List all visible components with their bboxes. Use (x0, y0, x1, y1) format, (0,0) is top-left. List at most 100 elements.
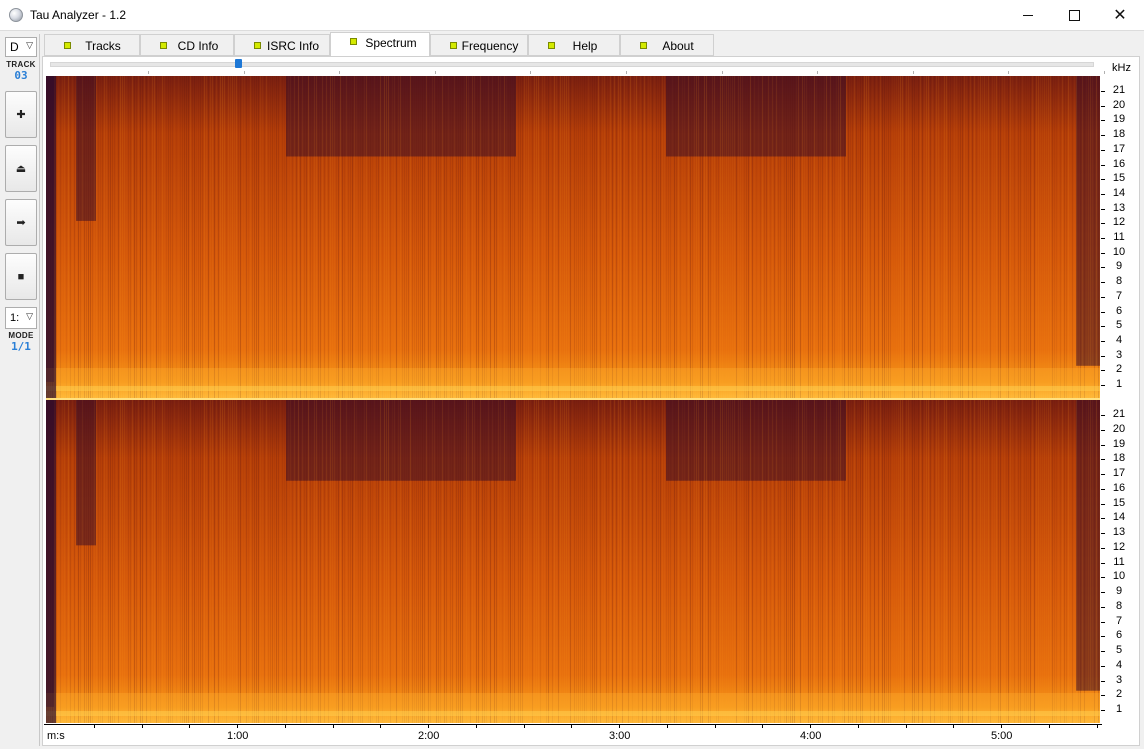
frequency-tick (1101, 695, 1105, 697)
chevron-down-icon: ▽ (26, 40, 33, 50)
frequency-tick (1101, 149, 1105, 151)
minimize-button[interactable] (1005, 0, 1051, 31)
time-tick (619, 724, 620, 728)
position-slider-track[interactable] (50, 62, 1094, 67)
frequency-tick-label: 18 (1112, 128, 1126, 141)
tab-about[interactable]: About (620, 34, 714, 56)
stop-button[interactable]: ■ (5, 253, 37, 300)
time-tick (475, 724, 477, 728)
tab-label: ISRC Info (266, 39, 320, 53)
next-button[interactable]: ➡ (5, 199, 37, 246)
frequency-tick-label: 16 (1112, 157, 1126, 170)
time-tick (332, 724, 334, 728)
frequency-tick-label: 18 (1112, 452, 1126, 465)
time-tick (428, 724, 429, 728)
eject-icon: ⏏ (15, 163, 27, 175)
frequency-tick-label: 9 (1115, 260, 1123, 273)
tab-isrc-info[interactable]: ISRC Info (234, 34, 330, 56)
maximize-icon (1068, 10, 1080, 21)
frequency-tick-label: 6 (1115, 629, 1123, 642)
frequency-tick (1101, 429, 1105, 431)
frequency-tick-label: 20 (1112, 422, 1126, 435)
frequency-tick (1101, 444, 1105, 446)
frequency-tick-label: 6 (1115, 304, 1123, 317)
time-tick (857, 724, 859, 728)
slider-tick (434, 71, 436, 74)
frequency-tick (1101, 488, 1105, 490)
frequency-tick-label: 15 (1112, 172, 1126, 185)
frequency-tick-label: 12 (1112, 216, 1126, 229)
spectrogram-image (46, 400, 1100, 723)
frequency-tick-label: 14 (1112, 511, 1126, 524)
minimize-icon (1023, 15, 1033, 16)
tab-frequency[interactable]: Frequency (430, 34, 528, 56)
frequency-tick (1101, 621, 1105, 623)
frequency-tick-label: 7 (1115, 289, 1123, 302)
mode-select[interactable]: 1: ▽ (5, 307, 37, 329)
add-button[interactable]: ✚ (5, 91, 37, 138)
frequency-tick-label: 14 (1112, 186, 1126, 199)
time-tick-label: 5:00 (991, 730, 1013, 742)
frequency-tick-label: 13 (1112, 201, 1126, 214)
slider-tick (626, 71, 627, 74)
left-toolbar: D ▽ TRACK 03 ✚ ⏏ ➡ ■ 1: ▽ MODE 1/1 (2, 34, 40, 746)
frequency-tick (1101, 385, 1105, 386)
track-number: 03 (14, 69, 28, 82)
position-slider-thumb[interactable] (234, 59, 242, 68)
frequency-tick (1101, 651, 1105, 652)
frequency-tick-label: 4 (1115, 658, 1123, 671)
frequency-tick (1101, 474, 1105, 475)
frequency-tick-label: 8 (1115, 599, 1123, 612)
frequency-tick-label: 17 (1112, 467, 1126, 479)
frequency-tick-label: 8 (1115, 275, 1123, 288)
frequency-tick (1101, 636, 1105, 638)
tab-bar: Tracks CD Info ISRC Info Spectrum Freque… (44, 32, 716, 56)
frequency-tick (1101, 252, 1105, 254)
frequency-tick-label: 5 (1115, 319, 1123, 332)
app-logo-icon (9, 8, 23, 22)
frequency-tick (1101, 91, 1105, 92)
frequency-tick-label: 5 (1115, 644, 1123, 656)
tab-tracks[interactable]: Tracks (44, 34, 140, 56)
frequency-tick (1101, 311, 1105, 313)
tab-label: Frequency (461, 39, 519, 53)
tab-label: Help (572, 39, 598, 53)
frequency-tick-label: 15 (1112, 496, 1126, 509)
frequency-tick-label: 10 (1112, 245, 1126, 258)
chevron-down-icon: ▽ (26, 311, 33, 321)
time-axis-label: m:s (47, 730, 65, 742)
tab-label: About (662, 39, 694, 53)
spectrogram-left-channel (46, 76, 1100, 398)
tab-label: Spectrum (365, 36, 417, 50)
mode-select-value: 1: (10, 312, 20, 324)
frequency-tick (1101, 179, 1105, 181)
time-tick (1048, 724, 1050, 728)
frequency-tick-label: 19 (1112, 113, 1126, 126)
window-title: Tau Analyzer - 1.2 (30, 8, 127, 22)
eject-button[interactable]: ⏏ (5, 145, 37, 192)
frequency-tick (1101, 370, 1105, 372)
frequency-tick (1101, 193, 1105, 195)
slider-tick (721, 71, 723, 74)
mode-number: 1/1 (11, 340, 31, 353)
time-tick-label: 3:00 (609, 730, 631, 742)
frequency-tick-label: 3 (1115, 673, 1123, 686)
maximize-button[interactable] (1051, 0, 1097, 31)
time-axis-line (44, 724, 1102, 725)
frequency-tick-label: 21 (1112, 84, 1126, 96)
tab-cd-info[interactable]: CD Info (140, 34, 234, 56)
tab-spectrum[interactable]: Spectrum (330, 32, 430, 56)
frequency-tick (1101, 326, 1105, 328)
drive-select-value: D (10, 40, 19, 54)
time-tick (666, 724, 668, 728)
time-tick (1096, 724, 1098, 728)
frequency-tick (1101, 120, 1105, 122)
close-button[interactable]: ✕ (1097, 0, 1143, 31)
drive-select[interactable]: D ▽ (5, 37, 37, 57)
frequency-tick (1101, 208, 1105, 210)
frequency-tick (1101, 105, 1105, 107)
frequency-tick-label: 3 (1115, 348, 1123, 361)
frequency-tick-label: 11 (1113, 555, 1125, 568)
tab-help[interactable]: Help (528, 34, 620, 56)
frequency-tick-label: 4 (1115, 333, 1123, 346)
